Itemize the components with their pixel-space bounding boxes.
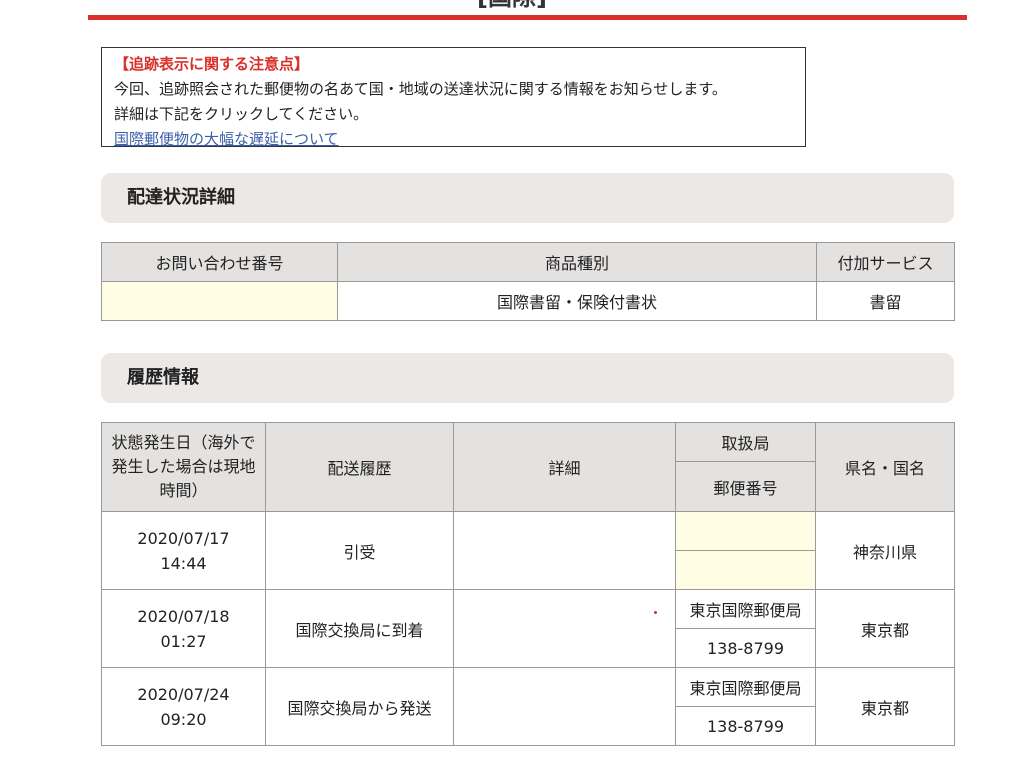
- event-detail: [453, 511, 676, 590]
- event-status: 国際交換局に到着: [265, 589, 454, 668]
- table-row-date: 2020/07/18 01:27: [101, 589, 266, 668]
- header-region: 県名・国名: [815, 422, 955, 512]
- event-status: 国際交換局から発送: [265, 667, 454, 746]
- event-status: 引受: [265, 511, 454, 590]
- history-section-heading: 履歴情報: [101, 353, 954, 403]
- event-time: 01:27: [160, 631, 207, 651]
- office-cell: 東京国際郵便局: [675, 589, 816, 629]
- header-date: 状態発生日（海外で発生した場合は現地時間）: [101, 422, 266, 512]
- header-office: 取扱局: [675, 422, 816, 462]
- delivery-table: お問い合わせ番号 商品種別 付加サービス 国際書留・保険付書状 書留: [101, 242, 955, 321]
- event-detail: [453, 589, 676, 668]
- table-row-date: 2020/07/24 09:20: [101, 667, 266, 746]
- notice-box: 【追跡表示に関する注意点】 今回、追跡照会された郵便物の名あて国・地域の送達状況…: [101, 47, 806, 148]
- delay-info-link[interactable]: 国際郵便物の大幅な遅延について: [114, 127, 339, 152]
- header-postal-code: 郵便番号: [675, 461, 816, 512]
- event-date: 2020/07/24: [137, 684, 230, 704]
- region-cell: 東京都: [815, 589, 955, 668]
- notice-text-2: 詳細は下記をクリックしてください。: [114, 105, 369, 123]
- office-cell: 東京国際郵便局: [675, 667, 816, 707]
- delivery-section-heading: 配達状況詳細: [101, 173, 954, 223]
- notice-text-1: 今回、追跡照会された郵便物の名あて国・地域の送達状況に関する情報をお知らせします…: [114, 80, 727, 98]
- header-inquiry-number: お問い合わせ番号: [101, 242, 338, 282]
- page-title: [国際]: [0, 0, 1024, 12]
- notice-title: 【追跡表示に関する注意点】: [114, 55, 310, 73]
- table-row-date: 2020/07/17 14:44: [101, 511, 266, 590]
- event-date: 2020/07/17: [137, 528, 230, 548]
- event-time: 09:20: [160, 709, 207, 729]
- postal-code-cell: 138-8799: [675, 628, 816, 668]
- postal-code-cell: 138-8799: [675, 706, 816, 746]
- title-rule: [88, 15, 967, 20]
- extra-service-cell: 書留: [816, 281, 955, 321]
- office-cell: [675, 511, 816, 551]
- header-product-type: 商品種別: [337, 242, 817, 282]
- event-detail: [453, 667, 676, 746]
- region-cell: 東京都: [815, 667, 955, 746]
- header-detail: 詳細: [453, 422, 676, 512]
- product-type-cell: 国際書留・保険付書状: [337, 281, 817, 321]
- red-dot-mark: [654, 611, 657, 614]
- postal-code-cell: [675, 550, 816, 590]
- event-time: 14:44: [160, 553, 207, 573]
- inquiry-number-cell: [101, 281, 338, 321]
- header-extra-service: 付加サービス: [816, 242, 955, 282]
- header-status: 配送履歴: [265, 422, 454, 512]
- event-date: 2020/07/18: [137, 606, 230, 626]
- region-cell: 神奈川県: [815, 511, 955, 590]
- history-table: 状態発生日（海外で発生した場合は現地時間） 配送履歴 詳細 取扱局 県名・国名 …: [101, 422, 955, 746]
